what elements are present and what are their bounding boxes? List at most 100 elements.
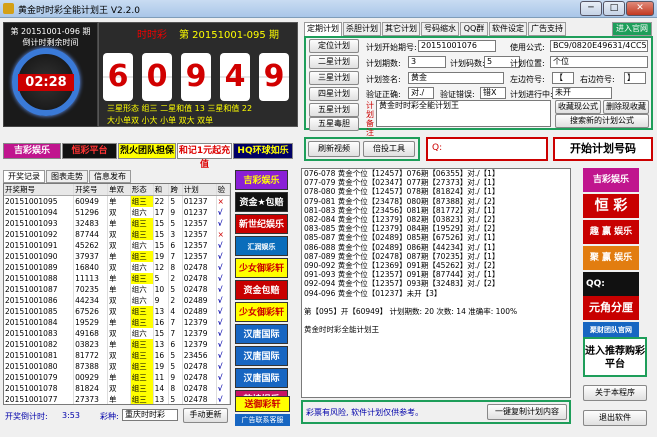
column-header[interactable]: 单双	[107, 184, 131, 196]
five-star-plan-button[interactable]: 五星计划	[309, 103, 359, 117]
ad-banner[interactable]: 汉唐国际	[235, 368, 288, 388]
ad-banner[interactable]: 烈火团队担保	[118, 143, 176, 159]
tab-trend-chart[interactable]: 图表走势	[46, 170, 88, 183]
table-row[interactable]: 20151001092 87744 双组三 15 3 12357 ×	[4, 229, 230, 240]
table-row[interactable]: 20151001086 44234 双组六 9 2 02489 √	[4, 295, 230, 306]
ad-banner[interactable]: 和记1元起充值	[177, 143, 232, 170]
start-plan-button[interactable]: 开始计划号码	[553, 137, 653, 161]
ad-banner[interactable]: 汇润娱乐	[235, 236, 288, 256]
ad-banner[interactable]: HQ环球如乐	[233, 143, 293, 159]
enter-platform-button[interactable]: 进入推荐购彩平台	[583, 337, 647, 377]
column-header[interactable]: 计划	[182, 184, 217, 196]
manual-refresh-button[interactable]: 手动更新	[183, 408, 228, 423]
tab-settings[interactable]: 软件设定	[489, 22, 527, 36]
table-row[interactable]: 20151001085 67526 双组三 13 4 02489 √	[4, 306, 230, 317]
position-plan-button[interactable]: 定位计划	[309, 39, 359, 53]
ad-banner[interactable]: 资金包赔	[235, 280, 288, 300]
period-input[interactable]: 20151001076	[418, 40, 496, 52]
ad-banner[interactable]: QQ:	[583, 272, 639, 296]
about-button[interactable]: 关于本程序	[583, 385, 647, 401]
ad-banner[interactable]: 少女御彩轩	[235, 302, 288, 322]
ad-banner[interactable]: 恒彩平台	[62, 143, 117, 159]
ad-banner[interactable]: 送御彩轩	[235, 396, 290, 412]
table-row[interactable]: 20151001088 11113 单组三 5 2 02478 √	[4, 273, 230, 284]
qq-field[interactable]: Q:	[426, 137, 548, 161]
three-star-plan-button[interactable]: 三星计划	[309, 71, 359, 85]
column-header[interactable]: 验	[216, 184, 230, 196]
ad-banner[interactable]: 趣 赢 娱乐	[583, 220, 639, 244]
four-star-plan-button[interactable]: 四星计划	[309, 87, 359, 101]
tab-info[interactable]: 信息发布	[89, 170, 131, 183]
note-textarea[interactable]: 黄金时时彩全能计划王	[376, 100, 551, 127]
table-row[interactable]: 20151001080 87388 双组三 19 5 02478 √	[4, 361, 230, 372]
table-row[interactable]: 20151001084 19529 单组三 16 7 12379 √	[4, 317, 230, 328]
ad-banner[interactable]: 恒 彩	[583, 194, 639, 218]
table-row[interactable]: 20151001077 27373 单组三 13 5 02478 √	[4, 394, 230, 404]
close-button[interactable]: ✕	[626, 1, 654, 16]
tab-number-filter[interactable]: 号码缩水	[421, 22, 459, 36]
tab-ad-support[interactable]: 广告支持	[528, 22, 566, 36]
ad-banner[interactable]: 聚财团队官网	[583, 322, 639, 338]
ad-banner[interactable]: 吉彩娱乐	[3, 143, 61, 159]
table-row[interactable]: 20151001089 16840 双组六 12 8 02478 √	[4, 262, 230, 273]
column-header[interactable]: 形态	[130, 184, 154, 196]
tab-draw-records[interactable]: 开奖记录	[3, 170, 45, 183]
tab-other-plan[interactable]: 其它计划	[382, 22, 420, 36]
collect-formula-button[interactable]: 收藏现公式	[555, 100, 601, 114]
table-row[interactable]: 20151001091 45262 双组六 15 6 12357 √	[4, 240, 230, 251]
column-header[interactable]: 开奖号	[73, 184, 109, 196]
draw-records-table[interactable]: 开奖期号 开奖号 单双 形态和跨计划验 20151001095 60949 单组三 22 5 0…	[3, 183, 231, 405]
table-row[interactable]: 20151001079 00929 单组三 11 9 02478 √	[4, 372, 230, 383]
table-cell: 13	[153, 394, 170, 404]
table-row[interactable]: 20151001094 51296 双组六 17 9 01237 √	[4, 207, 230, 218]
method-select[interactable]: BC9/0820E49631/4CC5	[550, 40, 648, 52]
pos-select[interactable]: 个位	[550, 56, 648, 68]
table-row[interactable]: 20151001093 32483 单组三 15 5 12357 √	[4, 218, 230, 229]
search-formula-button[interactable]: 搜索新的计划公式	[555, 114, 649, 128]
table-cell: 20151001093	[4, 218, 75, 229]
column-header[interactable]: 开奖期号	[4, 184, 75, 196]
sign-input[interactable]: 黄金	[408, 72, 504, 84]
maximize-button[interactable]: □	[603, 1, 625, 16]
minimize-button[interactable]: ─	[580, 1, 602, 16]
column-header[interactable]: 和	[153, 184, 170, 196]
verify-input[interactable]: 对./	[408, 87, 434, 99]
table-row[interactable]: 20151001082 03823 单组三 13 6 12379 √	[4, 339, 230, 350]
table-row[interactable]: 20151001095 60949 单组三 22 5 01237 ×	[4, 195, 230, 207]
lottery-type-select[interactable]: 重庆时时彩	[122, 409, 178, 421]
tab-regular-plan[interactable]: 定期计划	[304, 22, 342, 36]
column-header[interactable]: 跨	[168, 184, 183, 196]
wrong-input[interactable]: 错X	[480, 87, 506, 99]
table-row[interactable]: 20151001087 70235 单组六 10 5 02478 √	[4, 284, 230, 295]
tab-qq-group[interactable]: QQ群发	[460, 22, 488, 45]
right-symbol-input[interactable]: 】	[624, 72, 646, 84]
tab-kill-plan[interactable]: 杀胆计划	[343, 22, 381, 36]
table-row[interactable]: 20151001083 49168 双组六 15 7 12379 √	[4, 328, 230, 339]
ad-banner[interactable]: 吉彩娱乐	[235, 170, 288, 190]
plan-results-text[interactable]: 076-078 黄金个位【12457】076期【06355】对./【1】 077-…	[301, 168, 571, 398]
exit-button[interactable]: 退出软件	[583, 410, 647, 426]
ad-banner[interactable]: 元角分厘	[583, 296, 639, 320]
ad-banner[interactable]: 吉彩娱乐	[583, 168, 639, 192]
ad-banner[interactable]: 汉唐国际	[235, 324, 288, 344]
two-star-plan-button[interactable]: 二星计划	[309, 55, 359, 69]
table-row[interactable]: 20151001090 37937 单组三 19 7 12357 √	[4, 251, 230, 262]
ad-contact-link[interactable]: 广告联系客服	[235, 414, 290, 426]
count-input[interactable]: 3	[408, 56, 446, 68]
official-site-button[interactable]: 进入官网	[612, 22, 652, 36]
table-row[interactable]: 20151001078 81824 双组三 14 8 02478 √	[4, 383, 230, 394]
bet-tools-button[interactable]: 倍投工具	[363, 141, 415, 157]
refresh-video-button[interactable]: 刷新视频	[308, 141, 360, 157]
ad-banner[interactable]: 聚 赢 娱乐	[583, 246, 639, 270]
ad-banner[interactable]: 汉唐国际	[235, 346, 288, 366]
delete-formula-button[interactable]: 删除现收藏	[603, 100, 649, 114]
ad-banner[interactable]: 新世纪娱乐	[235, 214, 288, 234]
copy-plan-button[interactable]: 一键复制计划内容	[487, 404, 567, 420]
progress-input[interactable]: 未开	[552, 87, 612, 99]
table-row[interactable]: 20151001081 81772 双组三 16 5 23456 √	[4, 350, 230, 361]
ad-banner[interactable]: 少女御彩轩	[235, 258, 288, 278]
left-symbol-input[interactable]: 【	[552, 72, 574, 84]
five-star-poison-button[interactable]: 五星毒胆	[309, 117, 359, 131]
table-cell: 02478	[182, 284, 217, 295]
ad-banner[interactable]: 资金★包赔	[235, 192, 288, 212]
